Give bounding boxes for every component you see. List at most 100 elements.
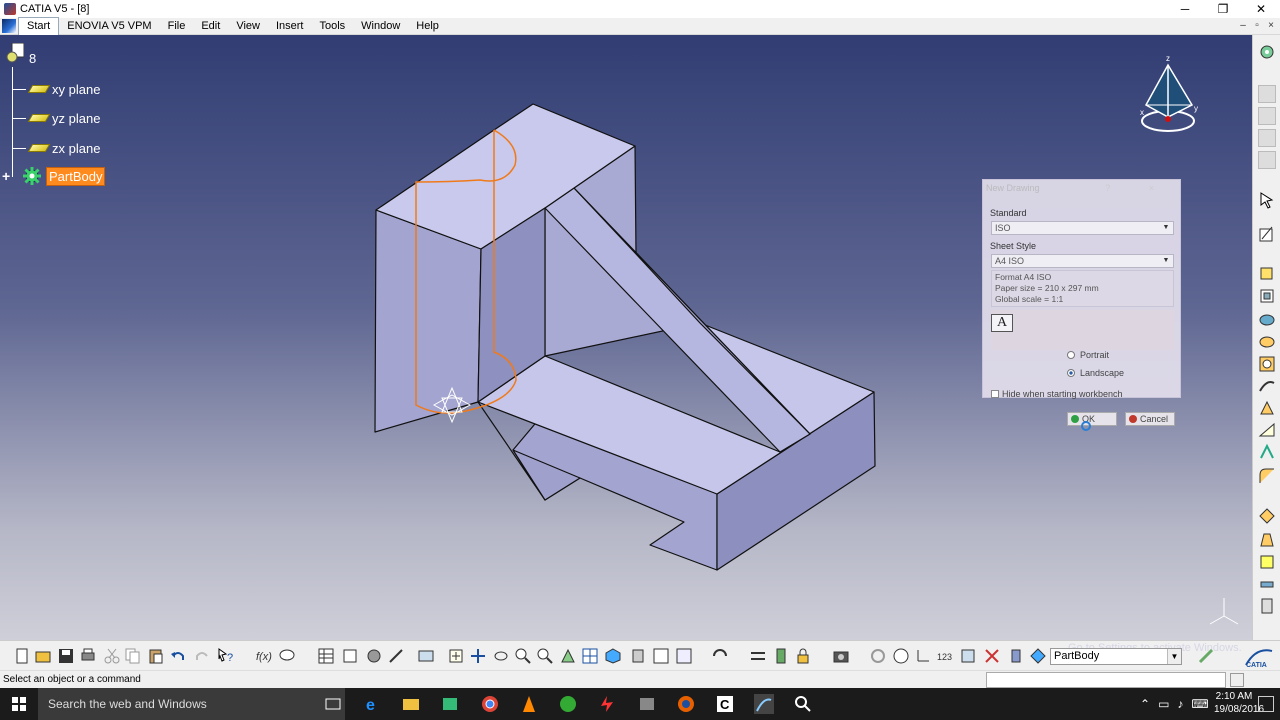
whats-this-icon[interactable]: ?: [218, 648, 234, 664]
copy-icon[interactable]: [125, 648, 141, 664]
doc-minimize-button[interactable]: –: [1236, 19, 1250, 33]
new-file-icon[interactable]: [14, 648, 30, 664]
formula-icon[interactable]: f(x): [256, 648, 272, 664]
normal-view-icon[interactable]: [560, 648, 576, 664]
constraint-icon[interactable]: [750, 648, 766, 664]
diamond-tool-icon[interactable]: [1030, 648, 1046, 664]
shading-icon[interactable]: [630, 648, 646, 664]
zoom-out-icon[interactable]: [537, 648, 553, 664]
generic-app-icon[interactable]: [637, 694, 657, 714]
landscape-radio[interactable]: Landscape: [1067, 368, 1124, 378]
axis-system-icon[interactable]: [915, 648, 931, 664]
dialog-title-controls[interactable]: ? ×: [1105, 180, 1172, 196]
command-input[interactable]: [986, 672, 1226, 688]
paste-icon[interactable]: [148, 648, 164, 664]
catia-taskbar-icon[interactable]: [754, 694, 774, 714]
camera-icon[interactable]: [833, 648, 849, 664]
number-icon[interactable]: 123: [937, 648, 953, 664]
menu-insert[interactable]: Insert: [268, 18, 312, 35]
cancel-button[interactable]: Cancel: [1125, 412, 1175, 426]
save-icon[interactable]: [58, 648, 74, 664]
multi-view-icon[interactable]: [582, 648, 598, 664]
radio-button[interactable]: [1067, 351, 1075, 359]
checkbox[interactable]: [991, 390, 999, 398]
volume-icon[interactable]: ♪: [1177, 697, 1183, 711]
redo-icon[interactable]: [194, 648, 210, 664]
edge-fillet-icon[interactable]: [1258, 467, 1276, 485]
line-tool-icon[interactable]: [1008, 648, 1024, 664]
keyboard-icon[interactable]: ⌨: [1191, 697, 1208, 711]
menu-window[interactable]: Window: [353, 18, 408, 35]
thickness-icon[interactable]: [1258, 575, 1276, 593]
hide-workbench-checkbox[interactable]: Hide when starting workbench: [991, 389, 1123, 399]
shell-icon[interactable]: [1258, 553, 1276, 571]
maximize-button[interactable]: ❐: [1204, 0, 1242, 18]
taskbar-clock[interactable]: 2:10 AM 19/08/2016: [1214, 690, 1264, 716]
edge-browser-icon[interactable]: e: [363, 694, 383, 714]
vlc-icon[interactable]: [519, 694, 539, 714]
firefox-icon[interactable]: [676, 694, 696, 714]
pad-icon[interactable]: [1258, 263, 1276, 281]
ok-button[interactable]: OK: [1067, 412, 1117, 426]
command-input-button[interactable]: [1230, 673, 1244, 687]
green-app-icon[interactable]: [558, 694, 578, 714]
hand-icon[interactable]: [893, 648, 909, 664]
notification-center-icon[interactable]: [1258, 696, 1274, 712]
slot-icon[interactable]: [1258, 399, 1276, 417]
plane-tool-icon[interactable]: [960, 648, 976, 664]
rib-icon[interactable]: [1258, 377, 1276, 395]
menu-tools[interactable]: Tools: [311, 18, 353, 35]
catalog-icon[interactable]: [342, 648, 358, 664]
standard-select[interactable]: ISO ▼: [991, 221, 1174, 235]
anchor-icon[interactable]: [773, 648, 789, 664]
radio-button-selected[interactable]: [1067, 369, 1075, 377]
undo-icon[interactable]: [170, 648, 186, 664]
menu-help[interactable]: Help: [408, 18, 447, 35]
pan-icon[interactable]: [470, 648, 486, 664]
portrait-radio[interactable]: Portrait: [1067, 350, 1109, 360]
tree-node-partbody[interactable]: + PartBody: [2, 166, 106, 186]
fly-mode-icon[interactable]: [418, 648, 434, 664]
3d-viewport[interactable]: 8 xy plane yz plane zx plane + PartBody …: [0, 35, 1252, 640]
doc-close-button[interactable]: ×: [1264, 19, 1278, 33]
point-tool-icon[interactable]: [984, 648, 1000, 664]
tree-root-label[interactable]: 8: [29, 51, 36, 66]
update-icon[interactable]: [712, 648, 728, 664]
fit-all-icon[interactable]: [448, 648, 464, 664]
loft-icon[interactable]: [1258, 443, 1276, 461]
network-icon[interactable]: ▭: [1158, 697, 1169, 711]
search-tool-icon[interactable]: [793, 694, 813, 714]
thread-icon[interactable]: [1258, 597, 1276, 615]
menu-edit[interactable]: Edit: [193, 18, 228, 35]
workbench-gear-icon[interactable]: [1258, 43, 1276, 61]
analysis-icon[interactable]: [366, 648, 382, 664]
iso-view-icon[interactable]: [605, 648, 621, 664]
refresh-icon[interactable]: [870, 648, 886, 664]
file-explorer-icon[interactable]: [401, 694, 421, 714]
chevron-down-icon[interactable]: ▼: [1161, 256, 1171, 266]
draft-icon[interactable]: [1258, 531, 1276, 549]
compass-icon[interactable]: z x y: [1132, 47, 1204, 139]
tree-expander-icon[interactable]: +: [2, 169, 14, 183]
store-icon[interactable]: [440, 694, 460, 714]
groove-icon[interactable]: [1258, 333, 1276, 351]
sheet-style-select[interactable]: A4 ISO ▼: [991, 254, 1174, 268]
stiffener-icon[interactable]: [1258, 421, 1276, 439]
cut-icon[interactable]: [104, 648, 120, 664]
doc-restore-button[interactable]: ▫: [1250, 19, 1264, 33]
sketcher-icon[interactable]: [1258, 225, 1276, 243]
dialog-title-bar[interactable]: New Drawing ? ×: [983, 180, 1180, 196]
tree-node-yz-plane[interactable]: yz plane: [12, 108, 100, 128]
tray-expand-icon[interactable]: ⌃: [1140, 697, 1150, 711]
zoom-in-icon[interactable]: [515, 648, 531, 664]
current-body-select[interactable]: PartBody ▼: [1050, 648, 1182, 665]
knowledge-icon[interactable]: [1198, 648, 1214, 664]
windows-start-icon[interactable]: [12, 697, 26, 711]
chamfer-icon[interactable]: [1258, 507, 1276, 525]
minimize-button[interactable]: ─: [1166, 0, 1204, 18]
camtasia-icon[interactable]: C: [715, 694, 735, 714]
menu-view[interactable]: View: [228, 18, 268, 35]
close-button[interactable]: ✕: [1242, 0, 1280, 18]
measure-icon[interactable]: [388, 648, 404, 664]
menu-start[interactable]: Start: [18, 16, 60, 36]
